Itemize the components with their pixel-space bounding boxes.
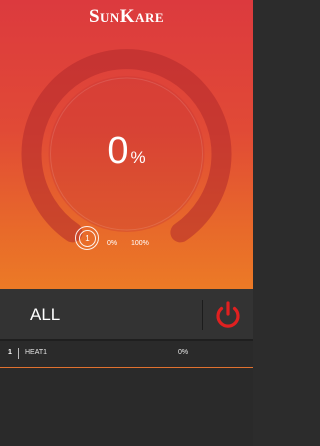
power-button[interactable] [212,299,244,331]
gauge-readout: 0% [0,130,253,173]
power-icon [216,301,240,328]
zone-index: 1 [8,349,12,356]
scale-max-label: 100% [131,240,149,247]
zone-selector-bar: ALL [0,289,253,341]
zone-list: 1 HEAT1 0% [0,341,253,446]
zone-name: HEAT1 [25,349,48,356]
gauge-value: 0 [107,130,129,172]
row-separator [18,348,19,359]
zone-row[interactable]: 1 HEAT1 0% [0,341,253,368]
status-panel: SunKare 0% 1 0% 100% [0,0,253,289]
zone-value: 0% [178,349,189,356]
scale-min-label: 0% [107,240,118,247]
all-zones-label[interactable]: ALL [30,305,60,325]
handle-number: 1 [79,230,96,247]
gauge-unit: % [130,148,146,167]
gauge-handle[interactable]: 1 [75,226,99,250]
divider [202,300,203,330]
